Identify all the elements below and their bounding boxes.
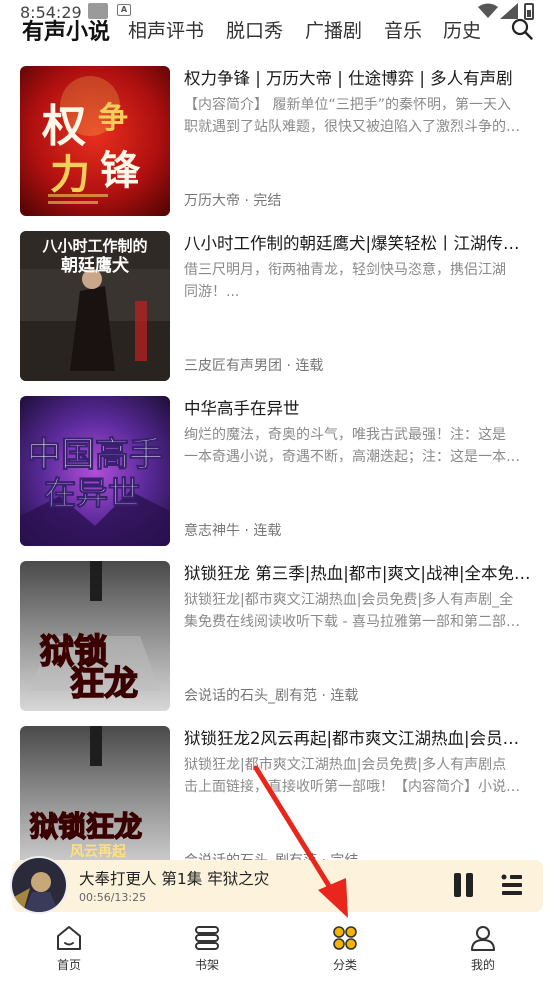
- now-playing-time: 00:56/13:25: [79, 891, 147, 904]
- cover-text: 在异世: [44, 474, 140, 512]
- cover-text: 中国高手: [27, 435, 163, 475]
- book-title: 狱锁狂龙 第三季|热血|都市|爽文|战神|全本免…: [184, 564, 531, 583]
- tab-radio-drama[interactable]: 广播剧: [305, 16, 362, 43]
- book-title: 中华高手在异世: [184, 399, 300, 418]
- book-title: 八小时工作制的朝廷鹰犬|爆笑轻松丨江湖传…: [184, 234, 520, 253]
- book-cover[interactable]: 八小时工作制的 朝廷鹰犬: [20, 231, 170, 381]
- cover-text: 八小时工作制的: [41, 237, 147, 255]
- bottom-nav: 首页 书架 分类 我的: [0, 916, 553, 984]
- book-cover[interactable]: 狱锁 狂龙: [20, 561, 170, 711]
- mini-player[interactable]: 大奉打更人 第1集 牢狱之灾 00:56/13:25: [10, 856, 543, 914]
- cover-text: 狱锁狂龙: [30, 810, 142, 843]
- book-title: 狱锁狂龙2风云再起|都市爽文江湖热血|会员…: [184, 729, 520, 748]
- nav-profile[interactable]: 我的: [438, 916, 528, 976]
- tab-audio-novel[interactable]: 有声小说: [22, 14, 110, 46]
- list-item[interactable]: 中国高手 在异世 中华高手在异世 绚烂的魔法，奇奥的斗气，唯我古武最强！注：这是…: [0, 392, 553, 552]
- book-meta: 会说话的石头_剧有范 · 连载: [184, 688, 359, 704]
- cover-char: 争: [98, 101, 128, 136]
- profile-icon: [471, 926, 495, 951]
- tab-music[interactable]: 音乐: [384, 16, 422, 43]
- book-description: 借三尺明月，衔两袖青龙，轻剑快马恣意，携侣江湖 同游！...: [184, 262, 506, 300]
- book-cover[interactable]: 权 争 力 锋: [20, 66, 170, 216]
- cover-char: 权: [41, 101, 86, 152]
- nav-category-label: 分类: [332, 958, 357, 972]
- book-cover[interactable]: 中国高手 在异世: [20, 396, 170, 546]
- cover-text: 朝廷鹰犬: [61, 255, 130, 276]
- cover-char: 力: [50, 151, 90, 198]
- nav-profile-label: 我的: [470, 958, 495, 972]
- nav-bookshelf[interactable]: 书架: [162, 916, 252, 976]
- cover-char: 锋: [100, 147, 141, 194]
- list-item[interactable]: 权 争 力 锋 权力争锋 | 万历大帝 | 仕途博弈 | 多人有声剧 【内容简介…: [0, 62, 553, 222]
- book-description: 【内容简介】 履新单位“三把手”的秦怀明，第一天入 职就遇到了站队难题，很快又被…: [184, 97, 520, 135]
- book-description: 狱锁狂龙|都市爽文江湖热血|会员免费|多人有声剧点 击上面链接，直接收听第一部哦…: [184, 757, 520, 795]
- book-meta: 三皮匠有声男团 · 连载: [184, 358, 324, 374]
- bookshelf-icon: [195, 926, 219, 950]
- book-meta: 万历大帝 · 完结: [184, 193, 282, 209]
- book-description: 绚烂的魔法，奇奥的斗气，唯我古武最强！注：这是 一本奇遇小说，奇遇不断，高潮迭起…: [184, 427, 520, 465]
- list-item[interactable]: 狱锁 狂龙 狱锁狂龙 第三季|热血|都市|爽文|战神|全本免… 狱锁狂龙|都市爽…: [0, 557, 553, 717]
- list-item[interactable]: 八小时工作制的 朝廷鹰犬 八小时工作制的朝廷鹰犬|爆笑轻松丨江湖传… 借三尺明月…: [0, 227, 553, 387]
- book-cover[interactable]: 狱锁狂龙 风云再起: [20, 726, 170, 876]
- now-playing-art[interactable]: [10, 856, 68, 914]
- nav-bookshelf-label: 书架: [194, 958, 219, 972]
- book-title: 权力争锋 | 万历大帝 | 仕途博弈 | 多人有声剧: [184, 69, 513, 88]
- book-meta: 意志神牛 · 连载: [184, 523, 282, 539]
- search-icon[interactable]: [511, 18, 533, 40]
- tab-crosstalk[interactable]: 相声评书: [128, 16, 204, 43]
- playlist-icon[interactable]: [500, 873, 524, 897]
- cover-text: 风云再起: [70, 843, 127, 860]
- now-playing-title: 大奉打更人 第1集 牢狱之灾: [79, 870, 270, 888]
- home-icon: [57, 926, 81, 950]
- nav-home[interactable]: 首页: [24, 916, 114, 976]
- list-item[interactable]: 狱锁狂龙 风云再起 狱锁狂龙2风云再起|都市爽文江湖热血|会员… 狱锁狂龙|都市…: [0, 722, 553, 882]
- tab-history[interactable]: 历史: [443, 16, 481, 43]
- category-tabs: 有声小说 相声评书 脱口秀 广播剧 音乐 历史: [0, 8, 553, 52]
- book-description: 狱锁狂龙|都市爽文江湖热血|会员免费|多人有声剧_全 集免费在线阅读收听下载 -…: [184, 592, 520, 630]
- category-icon: [333, 926, 357, 950]
- cover-text: 狂龙: [70, 664, 138, 704]
- nav-home-label: 首页: [56, 958, 81, 972]
- pause-button[interactable]: [452, 873, 474, 897]
- tab-talk-show[interactable]: 脱口秀: [226, 16, 283, 43]
- nav-category[interactable]: 分类: [300, 916, 390, 976]
